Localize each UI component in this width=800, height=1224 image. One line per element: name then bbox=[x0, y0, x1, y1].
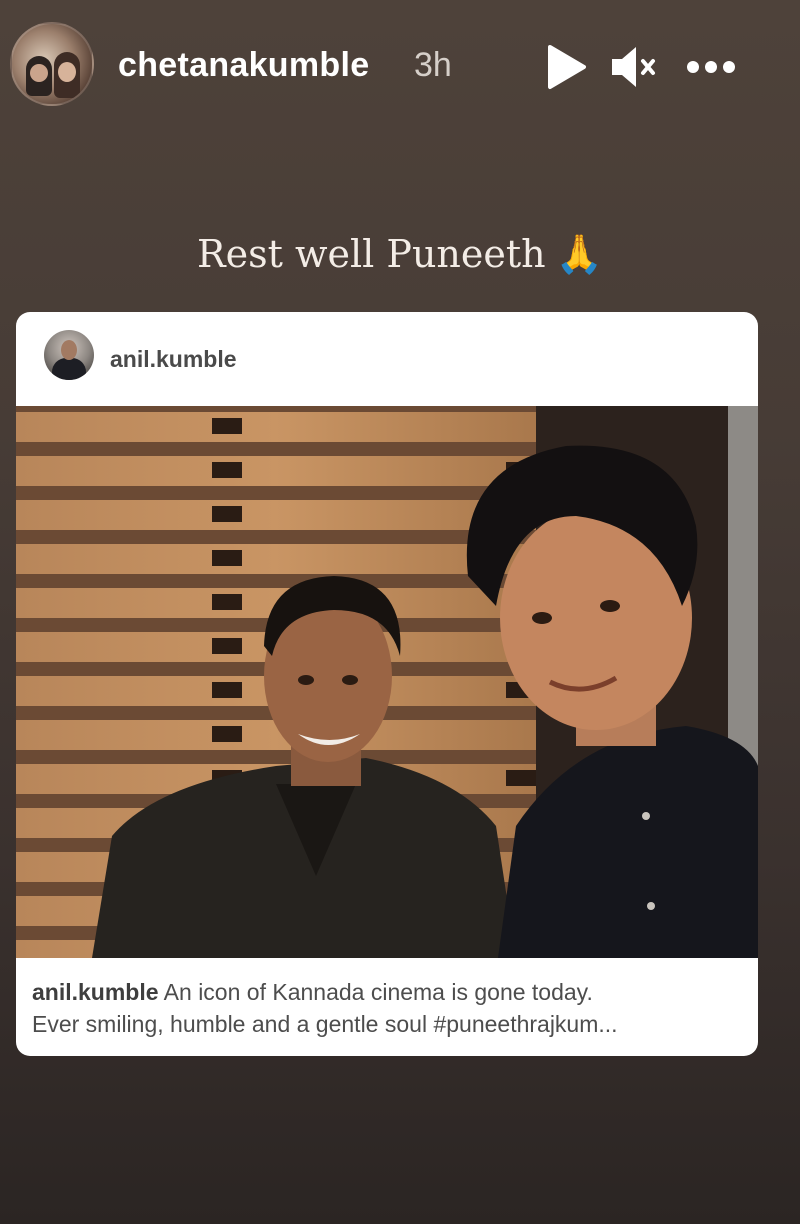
shared-post-caption: anil.kumble An icon of Kannada cinema is… bbox=[32, 976, 744, 1040]
speaker-muted-icon[interactable] bbox=[608, 44, 660, 90]
story-author-avatar[interactable] bbox=[10, 22, 94, 106]
more-options-icon[interactable] bbox=[686, 56, 736, 78]
story-caption-text: Rest well Puneeth 🙏 bbox=[0, 232, 800, 277]
post-photo[interactable] bbox=[16, 406, 758, 958]
play-icon[interactable] bbox=[546, 44, 588, 90]
story-timestamp: 3h bbox=[414, 46, 452, 84]
caption-username[interactable]: anil.kumble bbox=[32, 979, 159, 1005]
caption-text-line-1: An icon of Kannada cinema is gone today. bbox=[163, 979, 593, 1005]
caption-line-1: anil.kumble An icon of Kannada cinema is… bbox=[32, 976, 744, 1008]
story-caption-label: Rest well Puneeth bbox=[197, 232, 546, 276]
post-author-username[interactable]: anil.kumble bbox=[110, 346, 237, 373]
shared-post-card[interactable]: anil.kumble anil.kumble An icon of Kanna… bbox=[16, 312, 758, 1056]
caption-text-line-2: Ever smiling, humble and a gentle soul #… bbox=[32, 1011, 618, 1037]
story-author-username[interactable]: chetanakumble bbox=[118, 46, 369, 85]
story-header: chetanakumble 3h bbox=[0, 0, 800, 130]
post-author-avatar[interactable] bbox=[44, 330, 94, 380]
shared-post-header: anil.kumble bbox=[16, 312, 758, 406]
caption-line-2: Ever smiling, humble and a gentle soul #… bbox=[32, 1008, 744, 1040]
folded-hands-emoji: 🙏 bbox=[555, 232, 603, 276]
